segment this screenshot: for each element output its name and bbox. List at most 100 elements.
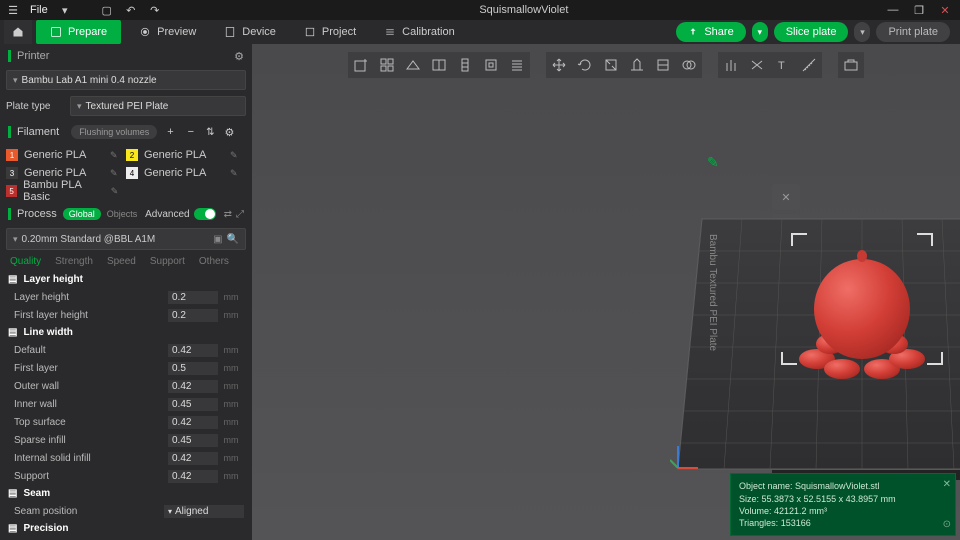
filament-5[interactable]: 5Bambu PLA Basic✎ <box>6 182 126 200</box>
assembly-icon[interactable] <box>478 52 504 78</box>
scale-icon[interactable] <box>598 52 624 78</box>
edit-icon[interactable]: ✎ <box>230 168 240 178</box>
section-accent <box>8 50 11 62</box>
seam-paint-icon[interactable] <box>744 52 770 78</box>
measure-icon[interactable] <box>796 52 822 78</box>
split-icon[interactable] <box>426 52 452 78</box>
advanced-toggle[interactable] <box>194 208 216 220</box>
sync-icon[interactable]: ⇅ <box>204 127 216 138</box>
text-icon[interactable]: T <box>770 52 796 78</box>
prepare-tab[interactable]: Prepare <box>36 20 121 44</box>
preview-tab-label: Preview <box>157 26 196 38</box>
line-width-header[interactable]: ▤ Line width <box>0 324 252 341</box>
compare-icon[interactable]: ⇄ <box>224 209 232 220</box>
lw-first-input[interactable]: 0.5 <box>168 362 218 375</box>
filament-heading: Filament <box>17 126 59 138</box>
file-menu[interactable]: File <box>30 4 48 16</box>
calibration-tab[interactable]: Calibration <box>370 20 469 44</box>
pin-info-icon[interactable]: ⊙ <box>943 518 951 532</box>
advanced-label: Advanced <box>145 209 189 220</box>
lw-solid-input[interactable]: 0.42 <box>168 452 218 465</box>
edit-icon[interactable]: ✎ <box>110 168 120 178</box>
layer-height-input[interactable]: 0.2 <box>168 291 218 304</box>
flatten-icon[interactable] <box>624 52 650 78</box>
lw-default-input[interactable]: 0.42 <box>168 344 218 357</box>
home-tab[interactable] <box>4 20 32 44</box>
edit-icon[interactable]: ✎ <box>110 150 120 160</box>
redo-icon[interactable]: ↷ <box>148 3 162 17</box>
filament-1[interactable]: 1Generic PLA✎ <box>6 146 126 164</box>
filament-4[interactable]: 4Generic PLA✎ <box>126 164 246 182</box>
slice-chevron[interactable]: ▾ <box>752 22 768 42</box>
speed-tab[interactable]: Speed <box>107 256 136 267</box>
print-button[interactable]: Print plate <box>876 22 950 42</box>
close-info-icon[interactable]: ✕ <box>943 478 951 492</box>
close-icon[interactable]: ✕ <box>938 3 952 17</box>
arrange-icon[interactable] <box>374 52 400 78</box>
settings-list[interactable]: ▤ Layer height Layer height0.2mm First l… <box>0 271 252 540</box>
edit-icon[interactable]: ✎ <box>230 150 240 160</box>
remove-filament-icon[interactable]: − <box>184 126 198 138</box>
expand-icon[interactable]: ⤢ <box>236 209 244 220</box>
gear-icon[interactable]: ⚙ <box>234 50 244 63</box>
left-panel: Printer ⚙ ▾Bambu Lab A1 mini 0.4 nozzle … <box>0 44 252 540</box>
gear-icon[interactable]: ⚙ <box>222 126 236 139</box>
first-layer-height-input[interactable]: 0.2 <box>168 309 218 322</box>
preview-tab[interactable]: Preview <box>125 20 210 44</box>
strength-tab[interactable]: Strength <box>55 256 93 267</box>
variable-layer-icon[interactable] <box>504 52 530 78</box>
maximize-icon[interactable]: ❐ <box>912 3 926 17</box>
cut-icon[interactable] <box>650 52 676 78</box>
support-paint-icon[interactable] <box>718 52 744 78</box>
chevron-down-icon[interactable]: ▾ <box>58 3 72 17</box>
save-preset-icon[interactable]: ▣ <box>213 234 222 245</box>
add-filament-icon[interactable]: + <box>163 126 177 138</box>
minimize-icon[interactable]: — <box>886 3 900 17</box>
rotate-icon[interactable] <box>572 52 598 78</box>
close-plate-icon[interactable]: ✕ <box>772 184 800 210</box>
add-plate-icon[interactable] <box>348 52 374 78</box>
plate-type-label: Plate type <box>6 101 62 112</box>
mesh-boolean-icon[interactable] <box>676 52 702 78</box>
seam-position-select[interactable]: ▾Aligned <box>164 505 244 518</box>
orient-icon[interactable] <box>400 52 426 78</box>
lw-inner-input[interactable]: 0.45 <box>168 398 218 411</box>
edit-icon[interactable]: ✎ <box>111 186 120 196</box>
device-tab[interactable]: Device <box>210 20 290 44</box>
layer-height-header[interactable]: ▤ Layer height <box>0 271 252 288</box>
plate-type-select[interactable]: ▾Textured PEI Plate <box>70 96 246 116</box>
undo-icon[interactable]: ↶ <box>124 3 138 17</box>
menu-icon[interactable]: ☰ <box>6 3 20 17</box>
new-file-icon[interactable]: ▢ <box>100 3 114 17</box>
assembly-view-icon[interactable] <box>838 52 864 78</box>
main-tabs: Prepare Preview Device Project Calibrati… <box>0 20 960 44</box>
search-preset-icon[interactable]: 🔍 <box>227 234 239 245</box>
support-tab[interactable]: Support <box>150 256 185 267</box>
others-tab[interactable]: Others <box>199 256 229 267</box>
3d-viewport[interactable]: T ✎ ✕ <box>252 44 960 540</box>
svg-text:T: T <box>778 60 785 72</box>
seam-header[interactable]: ▤ Seam <box>0 485 252 502</box>
slice-button[interactable]: Slice plate <box>774 22 849 42</box>
edit-plate-icon[interactable]: ✎ <box>707 154 719 171</box>
lw-support-input[interactable]: 0.42 <box>168 470 218 483</box>
filament-2[interactable]: 2Generic PLA✎ <box>126 146 246 164</box>
quality-tab[interactable]: Quality <box>10 256 41 267</box>
lw-sparse-input[interactable]: 0.45 <box>168 434 218 447</box>
print-chevron[interactable]: ▾ <box>854 22 870 42</box>
precision-header[interactable]: ▤ Precision <box>0 520 252 537</box>
move-icon[interactable] <box>546 52 572 78</box>
share-button[interactable]: Share <box>676 22 745 42</box>
viewport-toolbar: T <box>348 52 864 78</box>
prepare-tab-label: Prepare <box>68 26 107 38</box>
filament-section-header: Filament Flushing volumes + − ⇅ ⚙ <box>0 120 252 144</box>
height-range-icon[interactable] <box>452 52 478 78</box>
project-tab[interactable]: Project <box>290 20 370 44</box>
lw-top-input[interactable]: 0.42 <box>168 416 218 429</box>
process-preset-select[interactable]: ▾ 0.20mm Standard @BBL A1M ▣ 🔍 <box>6 228 246 250</box>
lw-outer-input[interactable]: 0.42 <box>168 380 218 393</box>
global-tab[interactable]: Global <box>63 208 101 220</box>
printer-select[interactable]: ▾Bambu Lab A1 mini 0.4 nozzle <box>6 70 246 90</box>
flushing-volumes-button[interactable]: Flushing volumes <box>71 125 157 139</box>
objects-tab[interactable]: Objects <box>107 209 138 219</box>
